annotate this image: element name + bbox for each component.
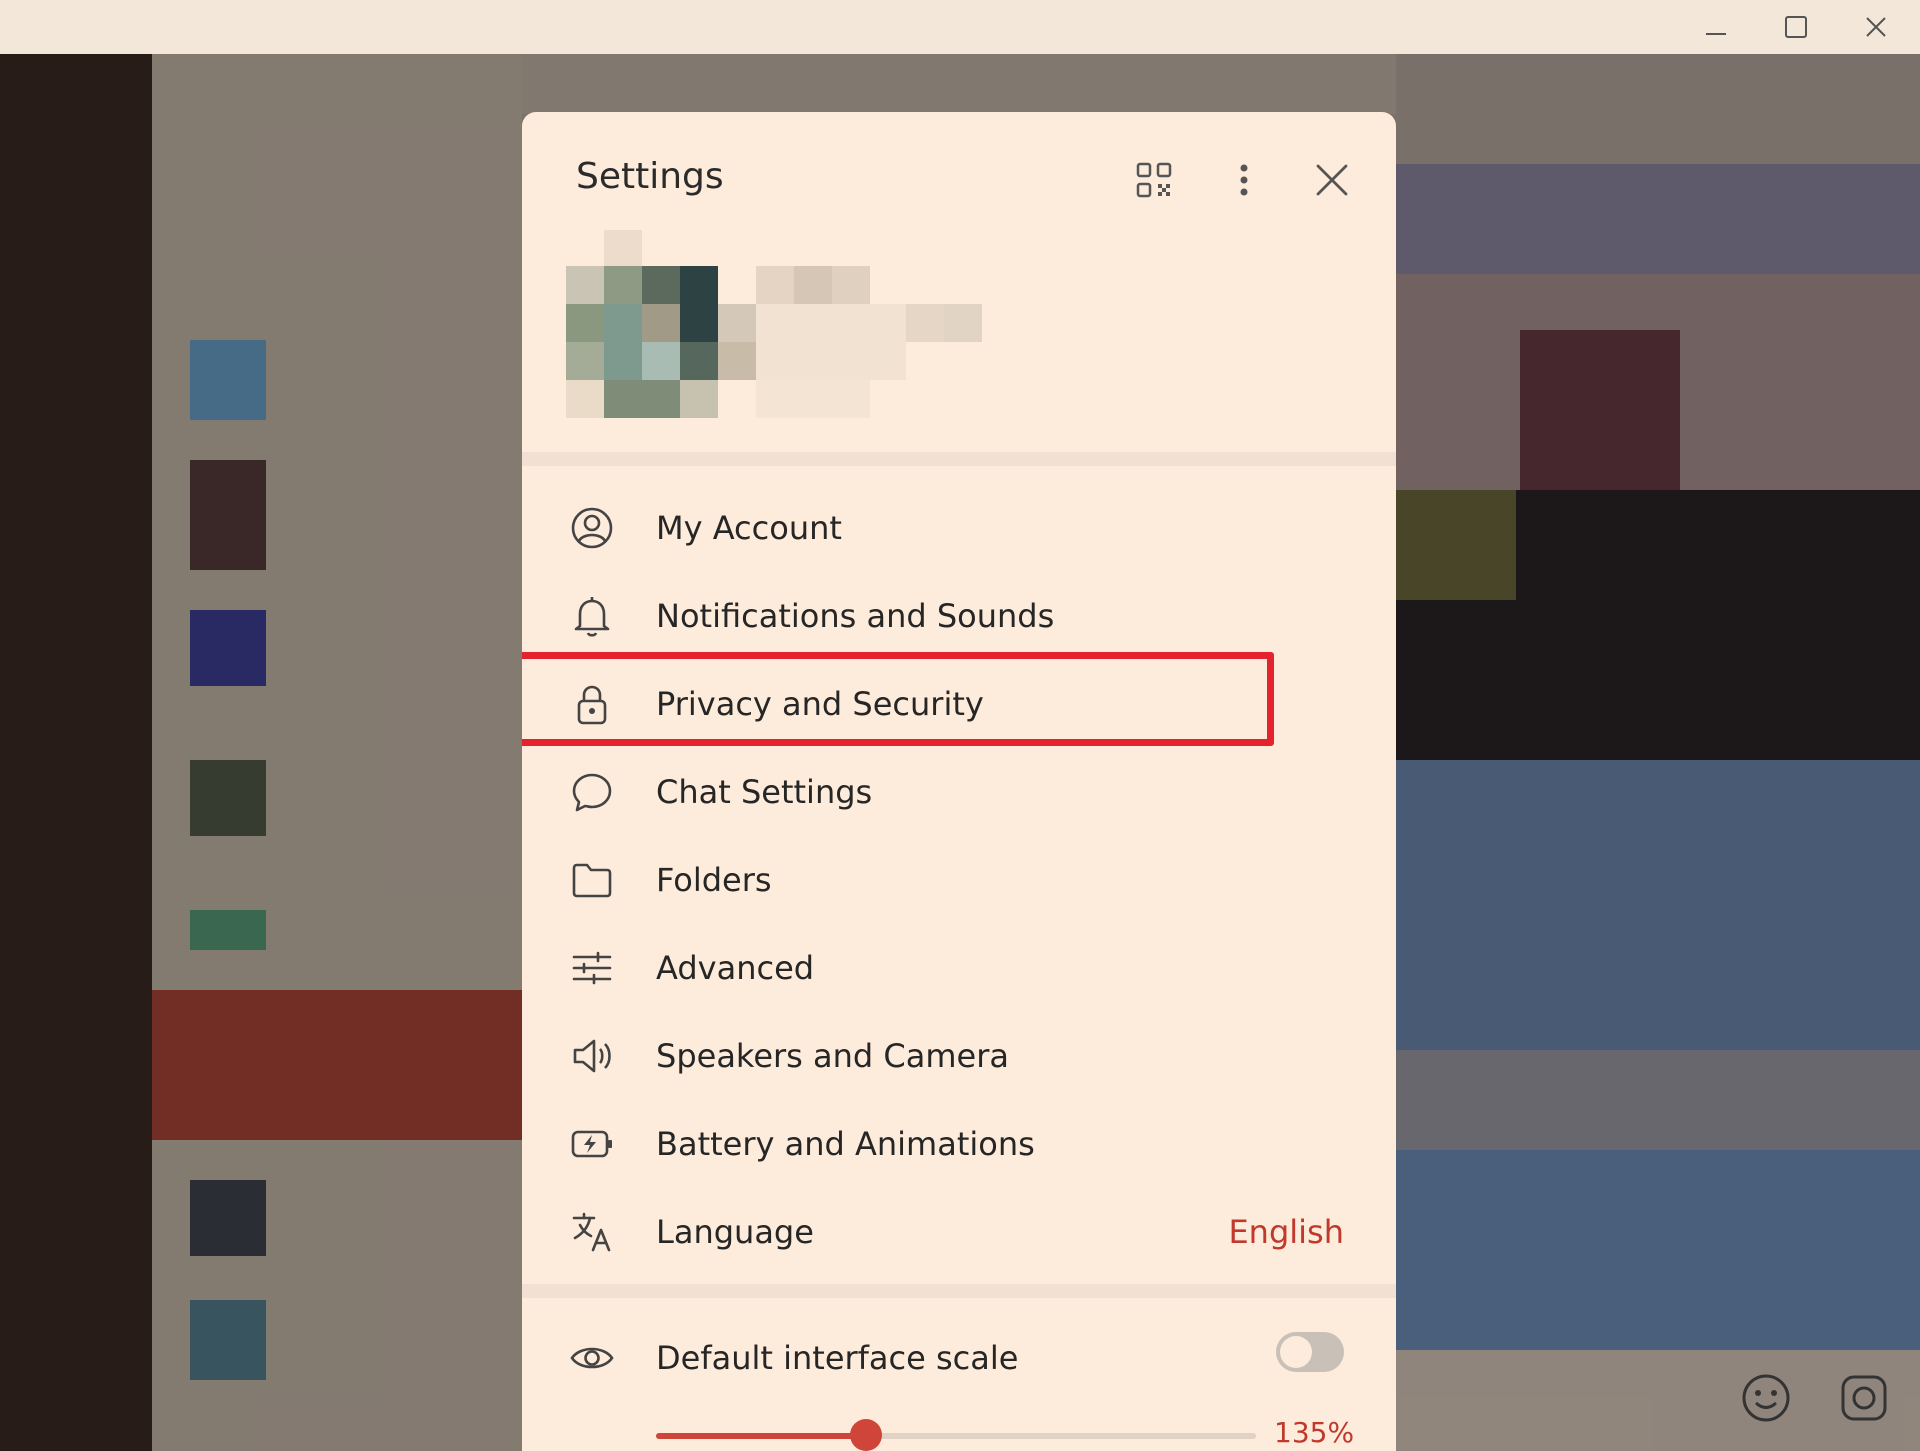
slider-fill <box>656 1433 866 1439</box>
minimize-icon <box>1706 33 1726 35</box>
menu-item-speakers-and-camera[interactable]: Speakers and Camera <box>522 1012 1396 1100</box>
close-icon <box>1316 164 1348 196</box>
account-circle-icon <box>568 504 616 552</box>
scale-slider[interactable] <box>656 1419 1256 1451</box>
menu-item-folders[interactable]: Folders <box>522 836 1396 924</box>
more-vertical-icon <box>1240 164 1248 196</box>
toggle-knob <box>1280 1336 1312 1368</box>
camera-icon[interactable] <box>1836 1370 1892 1426</box>
menu-item-my-account[interactable]: My Account <box>522 484 1396 572</box>
maximize-button[interactable] <box>1756 0 1836 54</box>
window-close-button[interactable] <box>1836 0 1916 54</box>
qr-code-icon <box>1136 162 1172 198</box>
minimize-button[interactable] <box>1676 0 1756 54</box>
sliders-icon <box>568 944 616 992</box>
scale-value: 135% <box>1274 1416 1355 1449</box>
translate-icon <box>568 1208 616 1256</box>
menu-item-label: Battery and Animations <box>656 1125 1035 1163</box>
speaker-icon <box>568 1032 616 1080</box>
battery-icon <box>568 1120 616 1168</box>
menu-item-chat-settings[interactable]: Chat Settings <box>522 748 1396 836</box>
slider-thumb[interactable] <box>850 1419 882 1451</box>
close-button[interactable] <box>1304 152 1360 208</box>
emoji-icon[interactable] <box>1738 1370 1794 1426</box>
folder-icon <box>568 856 616 904</box>
menu-item-label: Chat Settings <box>656 773 873 811</box>
menu-item-label: Notifications and Sounds <box>656 597 1055 635</box>
section-divider <box>522 1284 1396 1298</box>
menu-item-label: Folders <box>656 861 772 899</box>
highlight-box <box>522 652 1274 746</box>
profile-info[interactable] <box>566 230 1026 422</box>
window-titlebar <box>0 0 1920 54</box>
section-divider <box>522 452 1396 466</box>
scale-toggle[interactable] <box>1276 1332 1344 1372</box>
menu-item-advanced[interactable]: Advanced <box>522 924 1396 1012</box>
menu-item-value: English <box>1228 1213 1344 1251</box>
scale-label: Default interface scale <box>656 1339 1019 1377</box>
menu-item-label: Advanced <box>656 949 815 987</box>
qr-code-button[interactable] <box>1126 152 1182 208</box>
default-interface-scale-row[interactable]: Default interface scale <box>522 1314 1396 1402</box>
menu-item-battery-and-animations[interactable]: Battery and Animations <box>522 1100 1396 1188</box>
chat-bubble-icon <box>568 768 616 816</box>
bell-icon <box>568 592 616 640</box>
eye-icon <box>568 1334 616 1382</box>
menu-item-language[interactable]: Language English <box>522 1188 1396 1276</box>
close-icon <box>1866 17 1886 37</box>
maximize-icon <box>1785 16 1807 38</box>
menu-item-notifications-and-sounds[interactable]: Notifications and Sounds <box>522 572 1396 660</box>
more-options-button[interactable] <box>1216 152 1272 208</box>
settings-dialog: Settings My Account Notifications and So… <box>522 112 1396 1451</box>
menu-item-label: Language <box>656 1213 814 1251</box>
dialog-title: Settings <box>576 156 724 197</box>
menu-item-label: My Account <box>656 509 842 547</box>
menu-item-label: Speakers and Camera <box>656 1037 1009 1075</box>
